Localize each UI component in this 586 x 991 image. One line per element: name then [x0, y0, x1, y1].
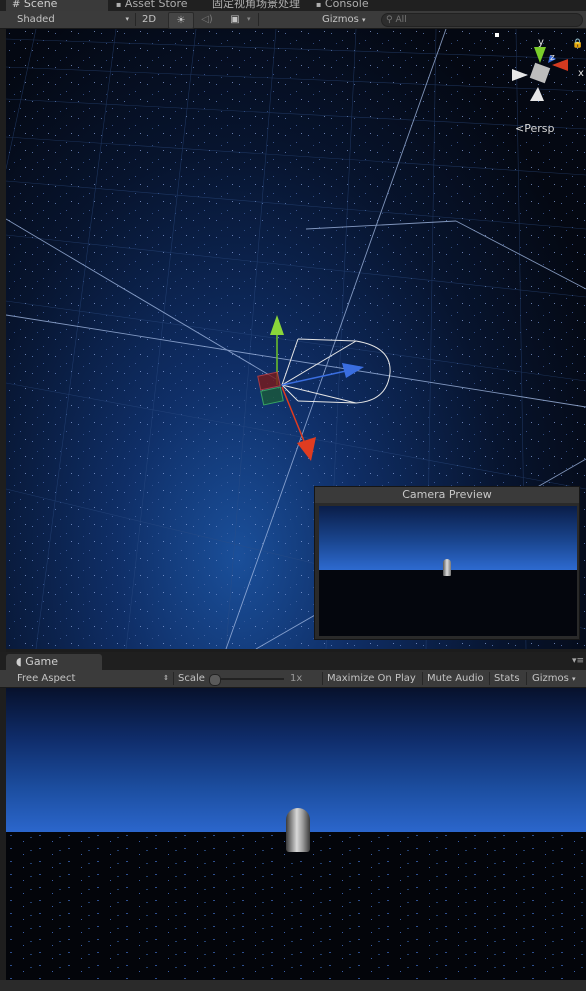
scale-label: Scale	[178, 673, 205, 684]
scale-value: 1x	[290, 673, 303, 684]
camera-preview-title: Camera Preview	[315, 487, 579, 503]
search-icon: ⚲	[386, 15, 393, 25]
scene-search-input[interactable]: ⚲ All	[381, 13, 583, 27]
mute-audio-toggle[interactable]: Mute Audio	[427, 671, 484, 686]
console-icon: ▪	[316, 0, 322, 9]
sun-icon: ☀	[176, 15, 186, 26]
game-ground-stars	[6, 832, 586, 980]
aspect-label: Free Aspect	[17, 673, 76, 684]
tab-fixed-view[interactable]: 固定视角场景处理	[212, 0, 300, 11]
projection-toggle[interactable]: <Persp	[515, 122, 554, 135]
scene-tab-bar: # Scene ▪ Asset Store 固定视角场景处理 ▪ Console	[0, 0, 586, 11]
dropdown-arrow-icon: ⇕	[163, 674, 169, 682]
search-placeholder: All	[395, 15, 407, 25]
lighting-toggle-button[interactable]: ☀	[168, 12, 194, 29]
chevron-left-icon: <	[515, 122, 525, 135]
dropdown-arrow-icon: ▾	[125, 15, 129, 23]
effects-dropdown-button[interactable]: ▾	[247, 12, 251, 27]
camera-preview-view	[319, 506, 577, 636]
aspect-dropdown[interactable]: Free Aspect ⇕	[17, 671, 169, 686]
image-icon: ▣	[230, 14, 240, 25]
dropdown-arrow-icon: ▾	[247, 15, 251, 23]
store-icon: ▪	[116, 0, 122, 9]
panel-menu-icon[interactable]: ▾≡	[572, 656, 584, 666]
game-ground	[6, 832, 586, 980]
toggle-2d-label: 2D	[142, 14, 157, 25]
gizmo-marker	[495, 33, 499, 37]
game-tab-bar: ◖ Game ▾≡	[0, 652, 586, 670]
preview-ground	[319, 570, 577, 636]
stats-toggle[interactable]: Stats	[494, 671, 520, 686]
tab-console-label: Console	[324, 0, 369, 10]
maximize-on-play-toggle[interactable]: Maximize On Play	[327, 671, 416, 686]
lock-icon[interactable]: 🔒	[572, 39, 583, 49]
scale-slider-track[interactable]	[210, 678, 284, 680]
tab-console[interactable]: ▪ Console	[316, 0, 369, 11]
audio-toggle-button[interactable]: ◁)	[200, 12, 214, 27]
tab-scene[interactable]: # Scene	[6, 0, 108, 11]
speaker-icon: ◁)	[201, 14, 213, 25]
pacman-icon: ◖	[16, 655, 22, 668]
projection-label: Persp	[524, 122, 555, 135]
scale-slider-thumb[interactable]	[209, 674, 221, 686]
effects-toggle-button[interactable]: ▣	[228, 12, 242, 27]
tab-asset-store[interactable]: ▪ Asset Store	[116, 0, 188, 11]
game-gizmos-label: Gizmos	[532, 673, 569, 684]
axis-x-label: x	[578, 68, 584, 79]
game-view[interactable]	[6, 688, 586, 980]
shading-mode-label: Shaded	[17, 14, 55, 25]
tab-game-label: Game	[25, 655, 59, 668]
tab-scene-label: Scene	[23, 0, 58, 10]
dropdown-arrow-icon: ▾	[362, 16, 366, 24]
tab-asset-store-label: Asset Store	[124, 0, 188, 10]
grid-icon: #	[12, 0, 21, 10]
scene-toolbar: Shaded ▾ 2D ☀ ◁) ▣ ▾ Gizmos ▾ ⚲ All	[0, 11, 586, 29]
game-toolbar: Free Aspect ⇕ Scale 1x Maximize On Play …	[0, 670, 586, 688]
tab-game[interactable]: ◖ Game	[6, 654, 102, 670]
game-capsule	[286, 808, 310, 852]
axis-z-label: z	[550, 53, 555, 63]
camera-preview-panel: Camera Preview	[314, 486, 580, 640]
toggle-2d-button[interactable]: 2D	[142, 12, 156, 27]
tab-fixed-view-label: 固定视角场景处理	[212, 0, 300, 10]
gizmos-dropdown[interactable]: Gizmos ▾	[322, 12, 366, 27]
dropdown-arrow-icon: ▾	[572, 675, 576, 683]
axis-y-label: y	[538, 37, 544, 48]
preview-capsule	[443, 559, 451, 576]
gizmos-label: Gizmos	[322, 14, 359, 25]
shading-mode-dropdown[interactable]: Shaded ▾	[17, 12, 129, 27]
bottom-edge	[0, 980, 586, 991]
game-gizmos-dropdown[interactable]: Gizmos ▾	[532, 671, 576, 686]
